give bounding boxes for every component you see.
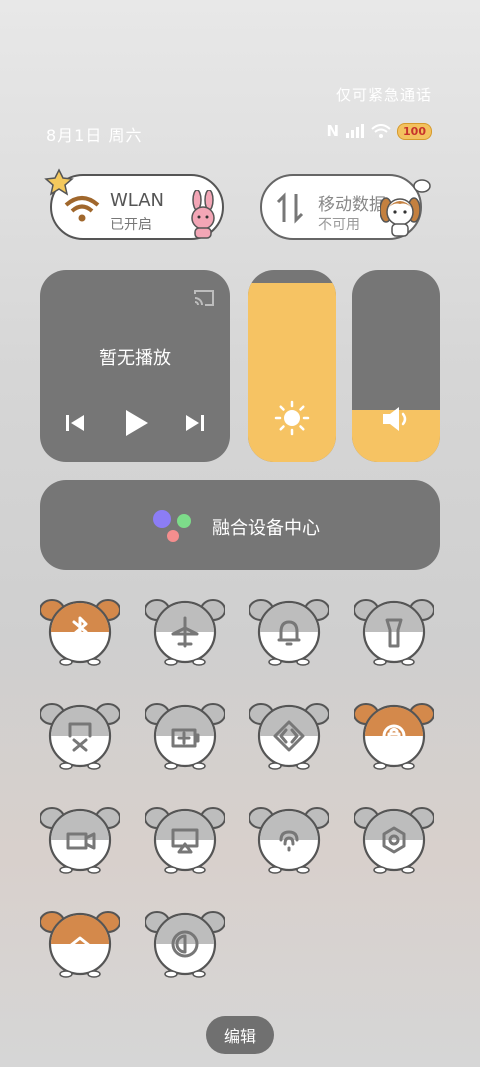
toggle-screenshot[interactable] [39, 696, 121, 776]
wlan-state: 已开启 [110, 217, 152, 233]
toggle-sound[interactable] [248, 592, 330, 672]
sun-icon [274, 400, 310, 436]
wlan-title: WLAN [110, 190, 165, 211]
puppy-mascot-icon [380, 197, 420, 237]
star-icon [44, 168, 74, 196]
media-title: 暂无播放 [99, 348, 171, 369]
toggle-hotspot[interactable] [248, 800, 330, 880]
quick-toggles-grid [39, 592, 440, 992]
battery-saver-icon [143, 703, 226, 770]
toggle-battery-saver[interactable] [143, 696, 226, 776]
mobile-data-tile[interactable]: 移动数据 不可用 [260, 174, 422, 240]
device-center-tile[interactable]: 融合设备中心 [40, 480, 440, 570]
cast-icon[interactable] [192, 288, 216, 308]
speaker-icon [383, 407, 407, 431]
previous-icon[interactable] [64, 412, 86, 434]
toggle-eye-comfort[interactable] [143, 904, 226, 984]
mobile-data-title: 移动数据 [318, 195, 386, 215]
nfc-share-icon [248, 703, 330, 770]
toggle-bluetooth[interactable] [39, 592, 121, 672]
battery-indicator: 100 [397, 122, 432, 140]
volume-slider[interactable] [352, 270, 440, 462]
settings-icon [352, 807, 435, 874]
bunny-mascot-icon [191, 190, 215, 239]
toggle-screen-record[interactable] [39, 800, 121, 880]
projection-icon [143, 807, 226, 874]
rotation-lock-icon [352, 703, 435, 770]
status-icons: N 100 [326, 122, 432, 140]
date-text: 8月1日 周六 [46, 126, 143, 145]
hotspot-icon [248, 807, 330, 874]
toggle-airplane-mode[interactable] [143, 592, 226, 672]
edit-button[interactable]: 编辑 [206, 1016, 274, 1054]
bluetooth-icon [39, 599, 121, 666]
airplane-mode-icon [143, 599, 226, 666]
toggle-settings[interactable] [352, 800, 435, 880]
eye-comfort-icon [143, 911, 226, 978]
toggle-projection[interactable] [143, 800, 226, 880]
toggle-rotation-lock[interactable] [352, 696, 435, 776]
device-center-label: 融合设备中心 [212, 518, 320, 539]
small-cloud-icon [413, 179, 431, 193]
play-icon[interactable] [122, 408, 150, 438]
wifi-icon [64, 196, 100, 222]
brightness-slider[interactable] [248, 270, 336, 462]
nfc-icon: N [326, 122, 340, 140]
high-performance-icon [39, 911, 121, 978]
mobile-data-state: 不可用 [318, 217, 360, 233]
toggle-flashlight[interactable] [352, 592, 435, 672]
data-arrows-icon [276, 192, 304, 224]
status-bar: 8月1日 周六 N 100 [46, 122, 432, 145]
device-center-icon [153, 510, 191, 542]
wifi-status-icon [371, 124, 391, 138]
next-icon[interactable] [184, 412, 206, 434]
media-player-tile[interactable]: 暂无播放 [40, 270, 230, 462]
toggle-nfc-share[interactable] [248, 696, 330, 776]
emergency-calls-only-text: 仅可紧急通话 [335, 86, 432, 104]
wlan-tile[interactable]: WLAN 已开启 [50, 174, 224, 240]
screen-record-icon [39, 807, 121, 874]
screenshot-icon [39, 703, 121, 770]
toggle-high-performance[interactable] [39, 904, 121, 984]
sound-icon [248, 599, 330, 666]
signal-icon [346, 124, 365, 138]
flashlight-icon [352, 599, 435, 666]
